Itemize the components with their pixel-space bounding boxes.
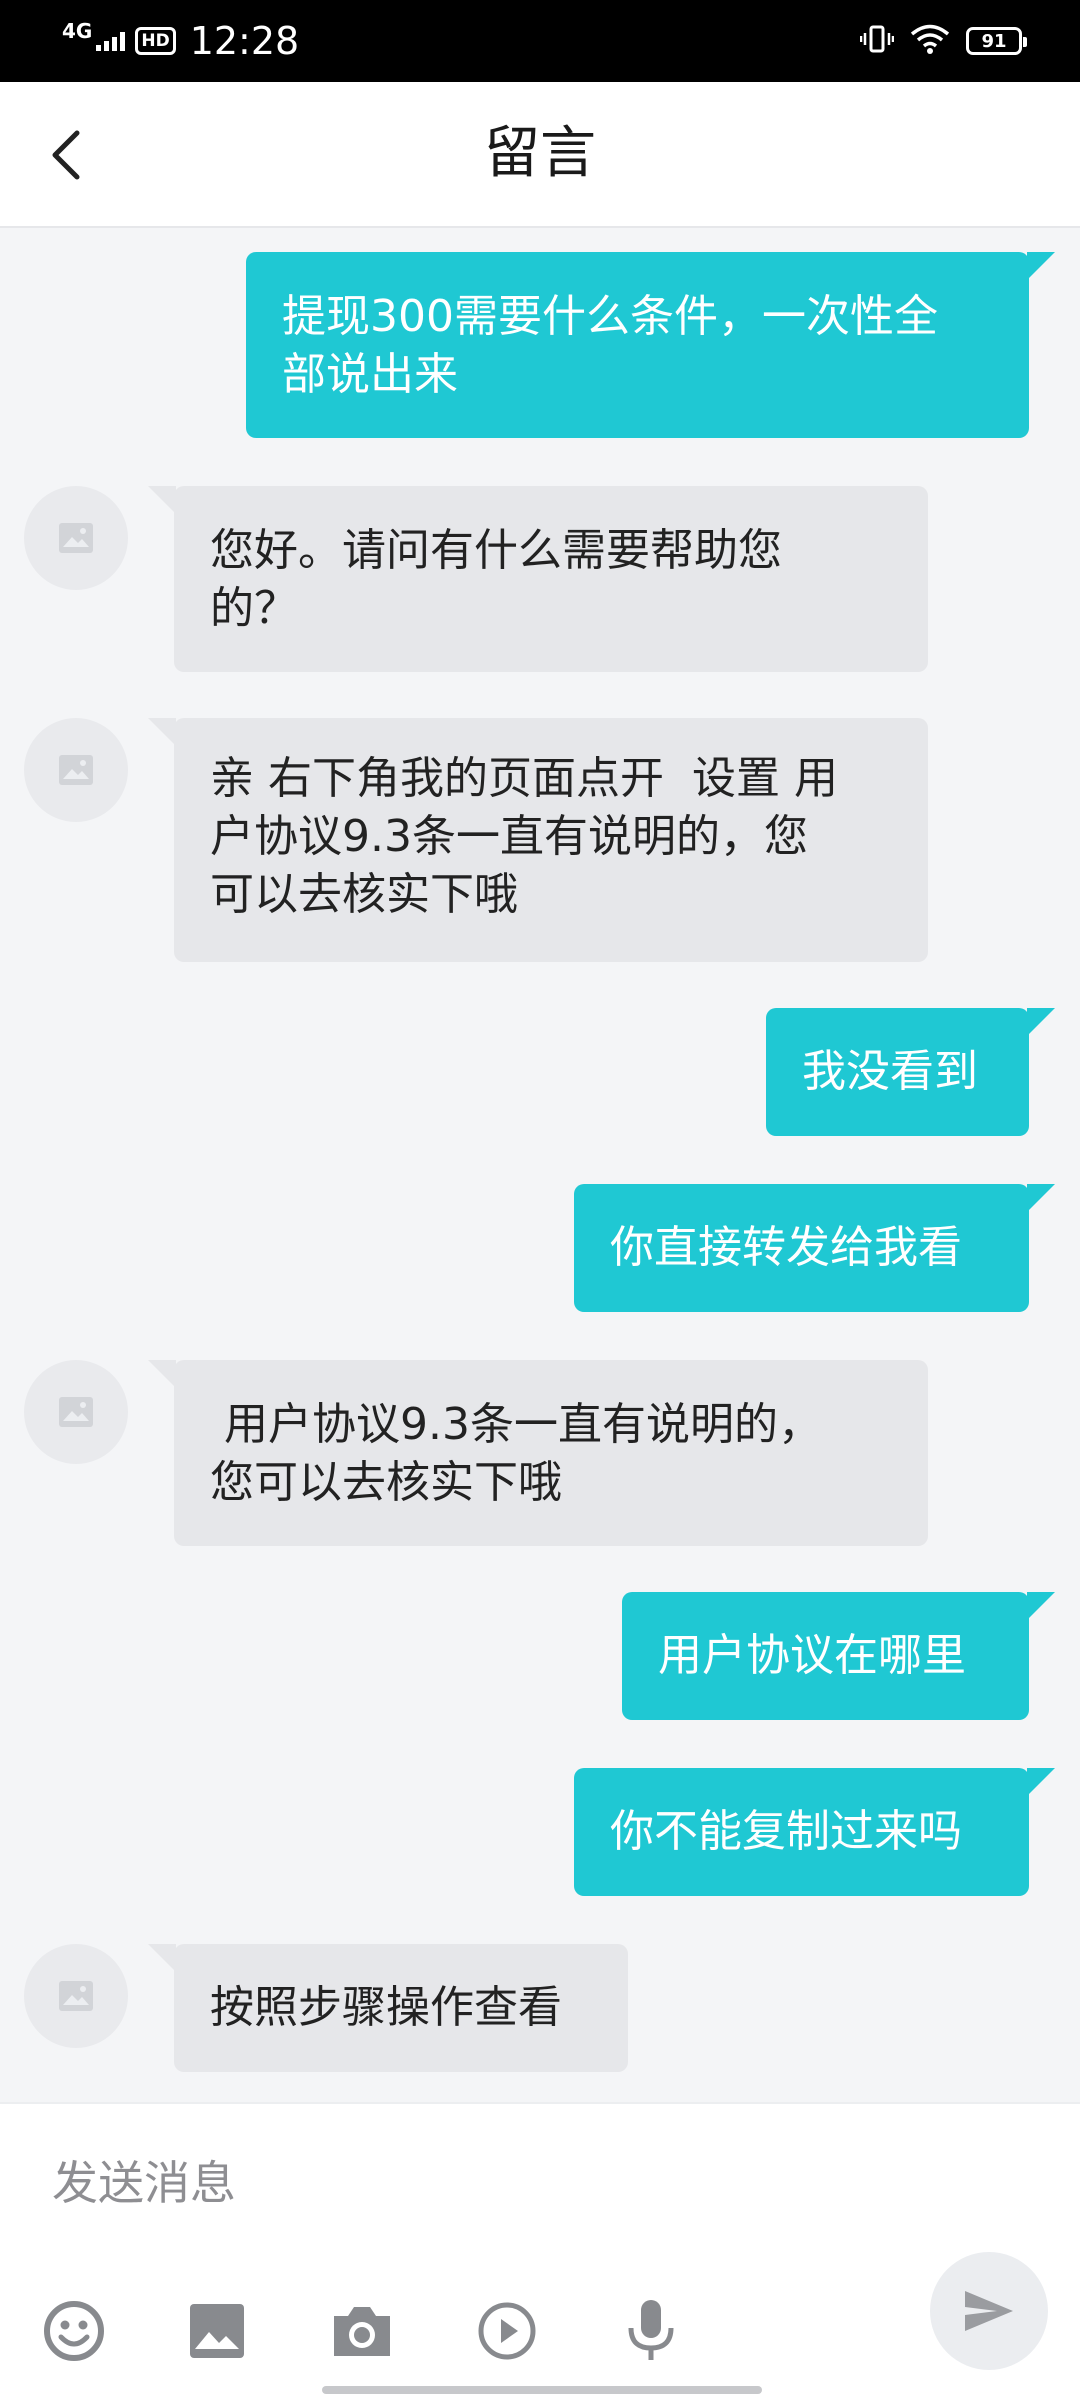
wifi-icon bbox=[910, 23, 950, 59]
message-line: 可以去核实下哦 bbox=[210, 869, 518, 920]
camera-button[interactable] bbox=[325, 2294, 399, 2368]
app-header: 留言 bbox=[0, 82, 1080, 228]
message-line: 你不能复制过来吗 bbox=[610, 1806, 962, 1857]
bubble-tail bbox=[1027, 1184, 1055, 1212]
message-bubble[interactable]: 我没看到 bbox=[766, 1008, 1029, 1136]
status-bar: 4G HD 12:28 91 bbox=[0, 0, 1080, 82]
avatar[interactable] bbox=[24, 1944, 128, 2048]
avatar[interactable] bbox=[24, 718, 128, 822]
message-line: 的？ bbox=[210, 583, 298, 634]
message-line: 您可以去核实下哦 bbox=[210, 1457, 562, 1508]
bubble-tail bbox=[148, 1944, 176, 1972]
message-line: 按照步骤操作查看 bbox=[210, 1982, 562, 2033]
image-placeholder-icon bbox=[59, 523, 93, 553]
battery-level: 91 bbox=[981, 30, 1007, 52]
avatar[interactable] bbox=[24, 1360, 128, 1464]
network-type: 4G bbox=[62, 19, 93, 43]
bubble-tail bbox=[148, 1360, 176, 1388]
video-button[interactable] bbox=[470, 2294, 544, 2368]
bubble-tail bbox=[1027, 1008, 1055, 1036]
message-input[interactable] bbox=[50, 2142, 854, 2224]
camera-icon bbox=[334, 2307, 390, 2356]
send-button[interactable] bbox=[930, 2252, 1048, 2370]
message-line: 您好。请问有什么需要帮助您 bbox=[210, 525, 782, 576]
message-bubble[interactable]: 用户协议在哪里 bbox=[622, 1592, 1029, 1720]
voice-button[interactable] bbox=[614, 2294, 688, 2368]
chevron-left-icon bbox=[52, 130, 80, 180]
message-incoming: 您好。请问有什么需要帮助您 的？ bbox=[0, 486, 1080, 672]
hd-badge: HD bbox=[135, 27, 176, 55]
message-line: 户协议9.3条一直有说明的，您 bbox=[210, 811, 808, 862]
signal-icon bbox=[96, 31, 126, 51]
clock: 12:28 bbox=[189, 19, 300, 63]
vibrate-icon bbox=[859, 22, 895, 60]
bubble-tail bbox=[1027, 1768, 1055, 1796]
message-composer bbox=[0, 2102, 1080, 2402]
message-line: 你直接转发给我看 bbox=[610, 1222, 962, 1273]
bubble-tail bbox=[148, 486, 176, 514]
message-incoming: 按照步骤操作查看 bbox=[0, 1944, 1080, 2072]
message-bubble[interactable]: 您好。请问有什么需要帮助您 的？ bbox=[174, 486, 928, 672]
back-button[interactable] bbox=[30, 120, 100, 190]
battery-icon: 91 bbox=[966, 27, 1027, 55]
home-indicator[interactable] bbox=[322, 2386, 762, 2394]
message-incoming: 用户协议9.3条一直有说明的， 您可以去核实下哦 bbox=[0, 1360, 1080, 1546]
message-incoming: 亲 右下角我的页面点开 设置 用 户协议9.3条一直有说明的，您 可以去核实下哦 bbox=[0, 718, 1080, 962]
message-line: 部说出来 bbox=[282, 349, 458, 400]
page-title: 留言 bbox=[484, 121, 596, 186]
message-bubble[interactable]: 你直接转发给我看 bbox=[574, 1184, 1029, 1312]
image-placeholder-icon bbox=[59, 755, 93, 785]
emoji-icon bbox=[44, 2301, 104, 2361]
emoji-button[interactable] bbox=[37, 2294, 111, 2368]
message-outgoing: 提现300需要什么条件，一次性全 部说出来 bbox=[0, 252, 1080, 438]
video-icon bbox=[478, 2302, 536, 2360]
message-list[interactable]: 提现300需要什么条件，一次性全 部说出来 您好。请问有什么需要帮助您 的？ 亲… bbox=[0, 226, 1080, 2102]
image-placeholder-icon bbox=[59, 1981, 93, 2011]
image-placeholder-icon bbox=[59, 1397, 93, 1427]
message-bubble[interactable]: 用户协议9.3条一直有说明的， 您可以去核实下哦 bbox=[174, 1360, 928, 1546]
image-icon bbox=[190, 2304, 244, 2358]
message-line: 用户协议9.3条一直有说明的， bbox=[210, 1399, 822, 1450]
message-outgoing: 你不能复制过来吗 bbox=[0, 1768, 1080, 1896]
message-outgoing: 用户协议在哪里 bbox=[0, 1592, 1080, 1720]
message-bubble[interactable]: 按照步骤操作查看 bbox=[174, 1944, 628, 2072]
message-line: 我没看到 bbox=[802, 1046, 978, 1097]
send-icon bbox=[965, 2291, 1013, 2331]
message-bubble[interactable]: 提现300需要什么条件，一次性全 部说出来 bbox=[246, 252, 1029, 438]
message-line: 亲 右下角我的页面点开 设置 用 bbox=[210, 753, 838, 804]
message-bubble[interactable]: 你不能复制过来吗 bbox=[574, 1768, 1029, 1896]
message-line: 用户协议在哪里 bbox=[658, 1630, 966, 1681]
microphone-icon bbox=[628, 2300, 674, 2360]
message-line: 提现300需要什么条件，一次性全 bbox=[282, 291, 938, 342]
message-bubble[interactable]: 亲 右下角我的页面点开 设置 用 户协议9.3条一直有说明的，您 可以去核实下哦 bbox=[174, 718, 928, 962]
bubble-tail bbox=[1027, 1592, 1055, 1620]
message-outgoing: 我没看到 bbox=[0, 1008, 1080, 1136]
bubble-tail bbox=[1027, 252, 1055, 280]
image-button[interactable] bbox=[180, 2294, 254, 2368]
bubble-tail bbox=[148, 718, 176, 746]
avatar[interactable] bbox=[24, 486, 128, 590]
message-outgoing: 你直接转发给我看 bbox=[0, 1184, 1080, 1312]
